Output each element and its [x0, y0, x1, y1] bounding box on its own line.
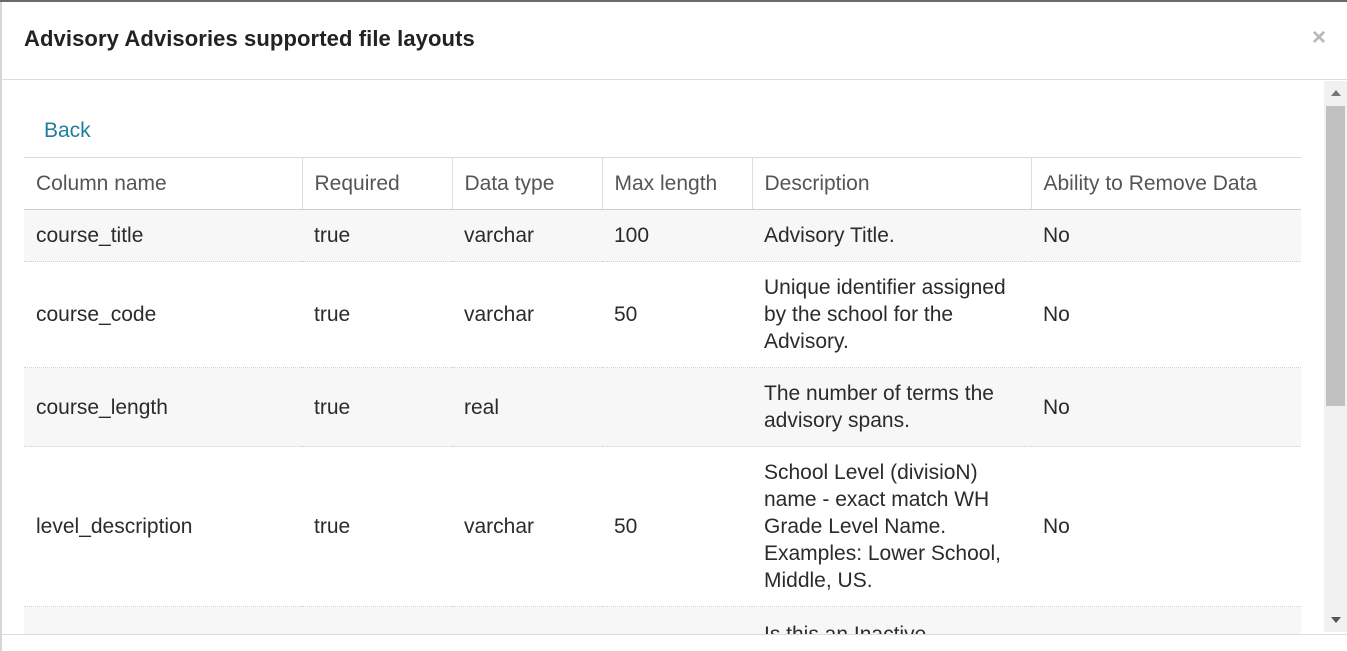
cell-remove: No — [1031, 209, 1301, 262]
back-link[interactable]: Back — [44, 119, 91, 143]
table-row: course_length true real The number of te… — [24, 367, 1301, 447]
cell-description: School Level (divisioN) name - exact mat… — [752, 446, 1031, 607]
cell-column-name: level_description — [24, 446, 302, 607]
vertical-scrollbar[interactable] — [1324, 81, 1347, 632]
cell-remove: No — [1031, 446, 1301, 607]
modal-body[interactable]: Back Column name Required Data type Max … — [2, 81, 1324, 634]
cell-description: Unique identifier assigned by the school… — [752, 261, 1031, 368]
cell-required: true — [302, 446, 452, 607]
file-layout-table: Column name Required Data type Max lengt… — [24, 157, 1301, 634]
cell-description: Is this an Inactive — [752, 606, 1031, 634]
scroll-up-arrow-icon[interactable] — [1324, 81, 1347, 103]
cell-max-length — [602, 606, 752, 634]
cell-data-type: varchar — [452, 446, 602, 607]
cell-max-length: 100 — [602, 209, 752, 262]
cell-column-name: course_length — [24, 367, 302, 447]
cell-column-name — [24, 606, 302, 634]
cell-max-length — [602, 367, 752, 447]
cell-required: true — [302, 367, 452, 447]
cell-remove — [1031, 606, 1301, 634]
column-header-column-name: Column name — [24, 157, 303, 210]
close-icon[interactable]: × — [1309, 26, 1329, 50]
cell-required: true — [302, 261, 452, 368]
modal-title: Advisory Advisories supported file layou… — [24, 26, 475, 51]
table-row: level_description true varchar 50 School… — [24, 446, 1301, 607]
cell-required — [302, 606, 452, 634]
table-header-row: Column name Required Data type Max lengt… — [24, 157, 1301, 210]
cell-data-type: varchar — [452, 261, 602, 368]
modal-header: Advisory Advisories supported file layou… — [2, 2, 1347, 80]
column-header-ability-to-remove: Ability to Remove Data — [1031, 157, 1301, 210]
column-header-max-length: Max length — [602, 157, 753, 210]
cell-description: The number of terms the advisory spans. — [752, 367, 1031, 447]
table-row: course_title true varchar 100 Advisory T… — [24, 209, 1301, 262]
table-row: course_code true varchar 50 Unique ident… — [24, 261, 1301, 368]
table-row: Is this an Inactive — [24, 606, 1301, 634]
scroll-down-arrow-icon[interactable] — [1324, 610, 1347, 632]
column-header-data-type: Data type — [452, 157, 603, 210]
cell-remove: No — [1031, 261, 1301, 368]
cell-max-length: 50 — [602, 261, 752, 368]
column-header-required: Required — [302, 157, 453, 210]
cell-data-type: varchar — [452, 209, 602, 262]
cell-data-type — [452, 606, 602, 634]
scrollbar-thumb[interactable] — [1326, 106, 1345, 406]
cell-data-type: real — [452, 367, 602, 447]
column-header-description: Description — [752, 157, 1032, 210]
cell-max-length: 50 — [602, 446, 752, 607]
file-layouts-modal: Advisory Advisories supported file layou… — [0, 2, 1347, 651]
cell-description: Advisory Title. — [752, 209, 1031, 262]
modal-footer — [2, 634, 1347, 651]
cell-column-name: course_title — [24, 209, 302, 262]
cell-remove: No — [1031, 367, 1301, 447]
cell-column-name: course_code — [24, 261, 302, 368]
cell-required: true — [302, 209, 452, 262]
